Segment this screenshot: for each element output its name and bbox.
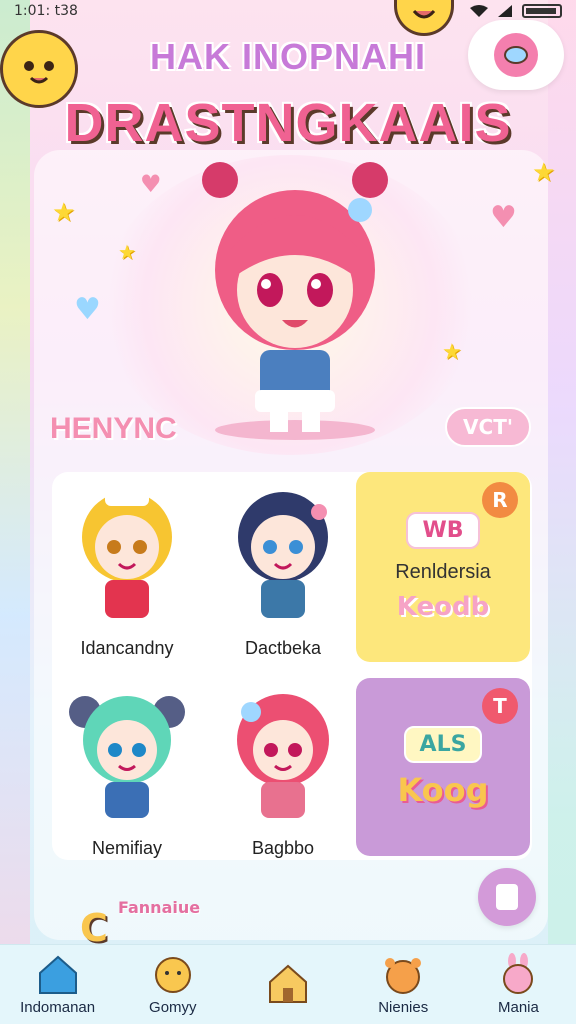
tab-house[interactable] [230,945,345,1024]
wifi-icon [470,5,488,17]
tile-pill: ALS [403,725,483,763]
signal-icon [498,5,512,17]
floating-action-button[interactable] [478,868,536,926]
star-icon: ★ [52,198,76,228]
tab-label: Mania [497,999,539,1016]
star-icon: ★ [532,158,556,188]
feature-tile-purple[interactable]: T ALS Koog [356,678,530,856]
tab-label: Nienies [378,999,429,1016]
heart-icon: ♥ [140,170,162,198]
character-name: Dactbeka [244,638,322,658]
character-art [238,492,328,618]
battery-icon [522,4,562,18]
star-icon: ★ [118,240,136,264]
hero-badge-button[interactable]: VCT' [445,407,531,447]
tile-pill: WB [406,512,480,549]
tab-home[interactable]: Indomanan [0,945,115,1024]
character-name: Nemifiay [91,838,162,858]
feature-tile-yellow[interactable]: R WB Renldersia Keodb [356,472,530,662]
heart-icon: ♥ [490,200,517,235]
character-card[interactable]: Idancandny [52,482,202,672]
status-time: 1:01: t38 [14,3,78,19]
menu-card-icon [496,884,518,910]
bear-icon [385,958,422,994]
bunny-icon [503,953,534,994]
tile-label: Renldersia [395,561,491,583]
heart-icon: ♥ [74,292,101,327]
chick-icon [154,957,191,993]
star-icon: ★ [442,340,462,365]
tab-label: Gomyy [149,999,197,1016]
character-art [69,696,185,818]
promo-text: Fannaiue [118,898,201,917]
tab-label: Indomanan [20,999,96,1016]
bottom-tab-bar: Indomanan Gomyy Nienies Mania [0,944,576,1024]
hero-badge-left: HENYNC [50,412,177,445]
character-card[interactable]: Nemifiay [52,682,202,872]
title-top: HAK INOPNAHI [149,36,426,77]
character-art [237,694,329,818]
character-name: Bagbbo [251,838,315,858]
tile-bubble-text: Koog [397,770,489,809]
hero-character-art [202,162,388,440]
tab-nienies[interactable]: Nienies [346,945,461,1024]
character-card[interactable]: Dactbeka [208,482,358,672]
tab-gomyy[interactable]: Gomyy [115,945,230,1024]
tab-mania[interactable]: Mania [461,945,576,1024]
home-icon [38,955,77,994]
tile-corner-badge: T [482,688,518,724]
character-card[interactable]: Bagbbo [208,682,358,872]
house-icon [269,964,307,1003]
tile-corner-badge: R [482,482,518,518]
tile-bubble-text: Keodb [396,592,490,622]
character-art [82,492,172,618]
character-name: Idancandny [80,638,174,658]
status-bar: 1:01: t38 [0,0,576,22]
